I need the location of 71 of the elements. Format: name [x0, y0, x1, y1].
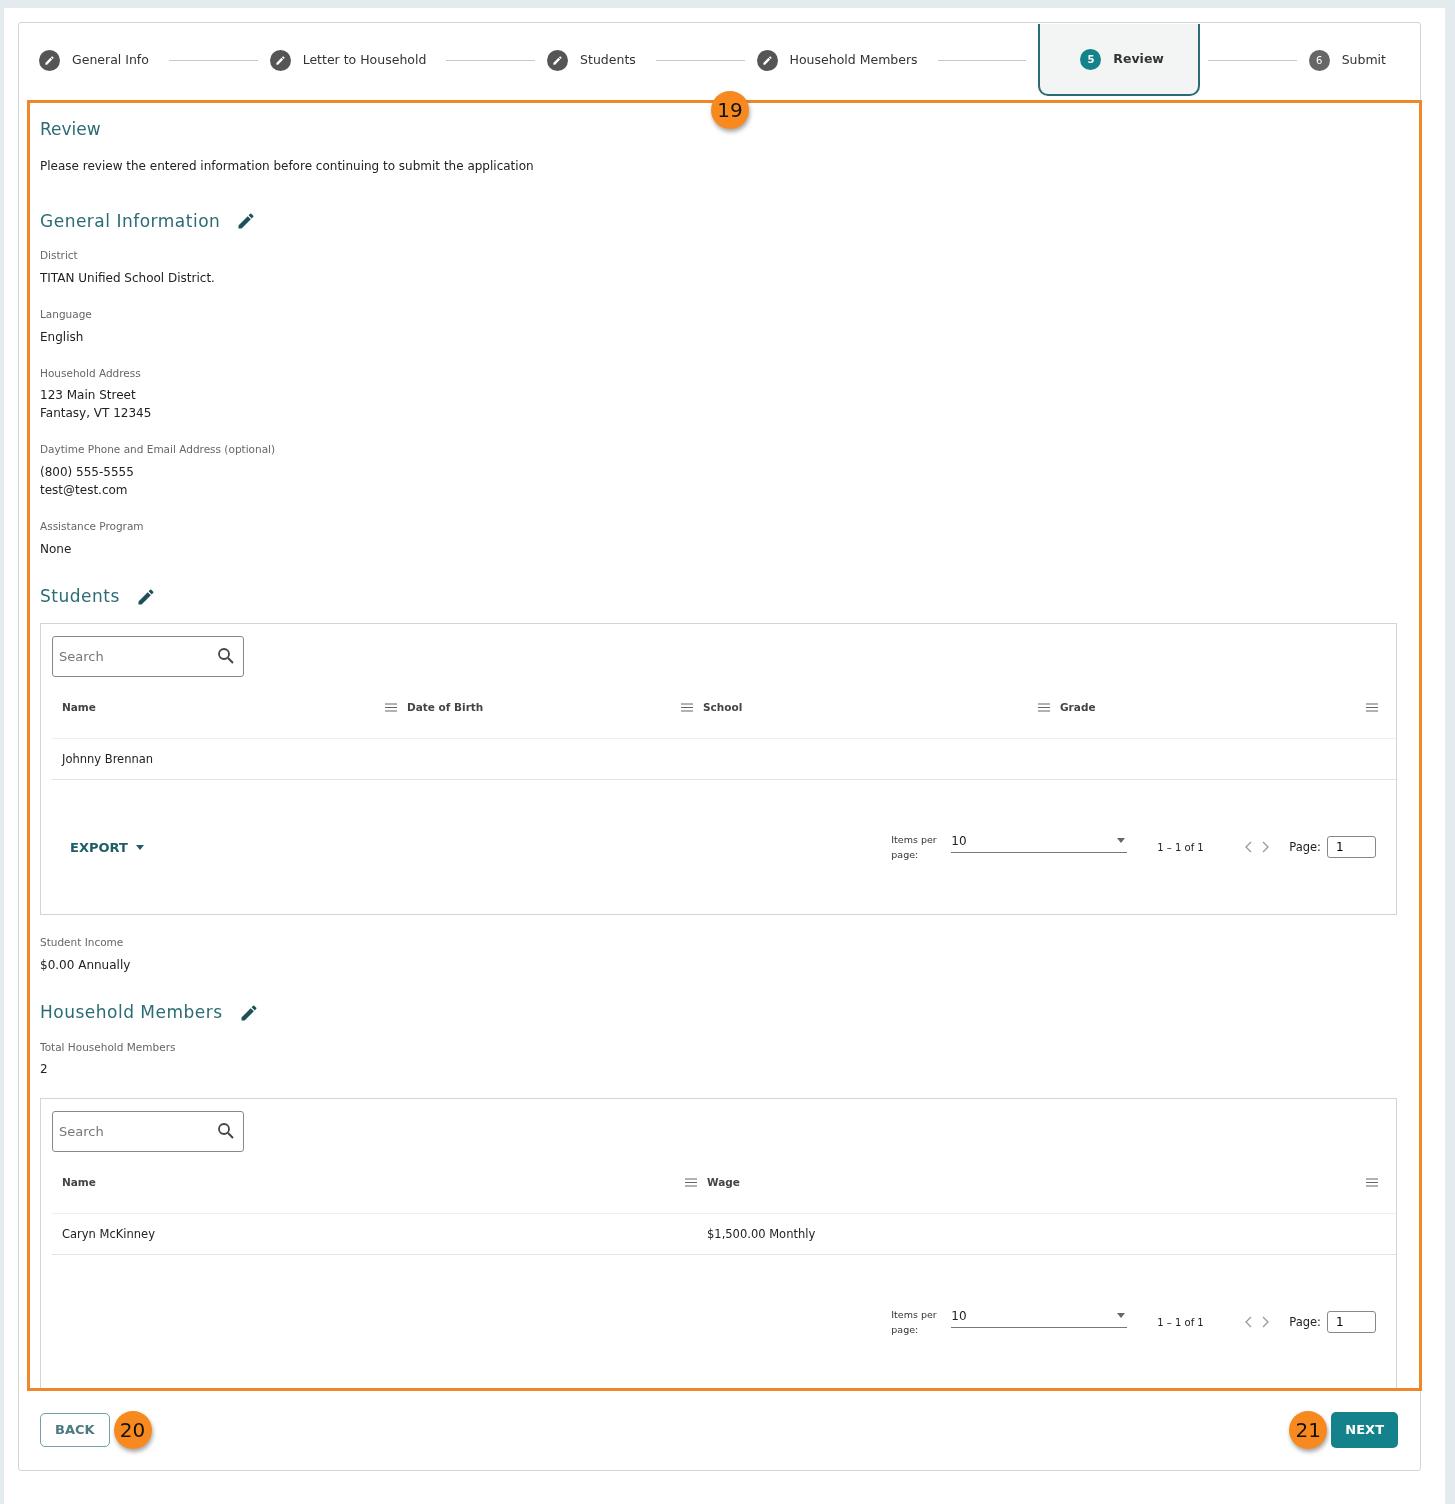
- column-menu-icon[interactable]: [685, 1178, 697, 1188]
- section-title: Students: [40, 584, 120, 608]
- step-tab[interactable]: Household Members: [756, 24, 930, 96]
- field-value: None: [40, 540, 73, 558]
- export-button[interactable]: EXPORT: [58, 837, 156, 857]
- field-value: $0.00 Annually: [40, 957, 132, 974]
- field-value: Fantasy, VT 12345: [40, 405, 153, 423]
- table-cell: $1,500.00 Monthly: [707, 1226, 816, 1241]
- field-label: Assistance Program: [40, 519, 145, 534]
- section-title: Household Members: [40, 1001, 223, 1024]
- column-header[interactable]: Name: [62, 699, 96, 716]
- step-tab[interactable]: 5 Review: [1038, 24, 1200, 96]
- back-button[interactable]: BACK: [40, 1413, 110, 1447]
- search-icon: [217, 1122, 235, 1141]
- field-label: Student Income: [40, 935, 125, 951]
- next-page-icon[interactable]: [1261, 1316, 1270, 1329]
- callout-marker: 20: [113, 1411, 152, 1449]
- step-number: 5: [1080, 48, 1102, 70]
- page-input[interactable]: 1: [1327, 836, 1376, 859]
- column-header[interactable]: School: [703, 699, 743, 716]
- page-range: 1 – 1 of 1: [1157, 1315, 1205, 1330]
- step-tab[interactable]: General Info: [39, 24, 161, 96]
- field-label: Language: [40, 306, 93, 322]
- field-label: Total Household Members: [40, 1039, 177, 1055]
- items-per-page-label: Items per page:: [891, 1308, 938, 1338]
- previous-page-icon[interactable]: [1245, 1316, 1254, 1329]
- page-input[interactable]: 1: [1327, 1311, 1376, 1334]
- caret-icon: [1117, 838, 1126, 844]
- field-value: TITAN Unified School District.: [40, 269, 216, 287]
- next-button[interactable]: NEXT: [1331, 1412, 1398, 1448]
- step-tab[interactable]: Letter to Household: [269, 24, 439, 96]
- field-value: English: [40, 328, 85, 346]
- field-label: Daytime Phone and Email Address (optional): [40, 442, 277, 458]
- column-menu-icon[interactable]: [1038, 703, 1050, 713]
- field-label: District: [40, 248, 79, 263]
- column-header[interactable]: Name: [62, 1174, 96, 1191]
- column-header[interactable]: Date of Birth: [407, 699, 484, 716]
- field-value: test@test.com: [40, 482, 129, 499]
- search-icon: [217, 647, 235, 666]
- column-menu-icon[interactable]: [385, 703, 397, 713]
- previous-page-icon[interactable]: [1245, 841, 1254, 854]
- field-value: 123 Main Street: [40, 387, 137, 405]
- field-label: Household Address: [40, 365, 142, 381]
- callout-marker: 21: [1289, 1411, 1328, 1449]
- column-menu-icon[interactable]: [1366, 703, 1378, 713]
- review-title: Review: [40, 118, 102, 141]
- column-menu-icon[interactable]: [681, 703, 693, 713]
- callout-marker: 19: [711, 91, 749, 129]
- caret-icon: [1117, 1313, 1126, 1319]
- step-tab[interactable]: Students: [547, 24, 648, 96]
- step-tab[interactable]: 6 Submit: [1308, 24, 1398, 96]
- intro-text: Please review the entered information before continuing to submit the application: [40, 157, 535, 175]
- field-value: (800) 555-5555: [40, 464, 135, 481]
- caret-icon: [135, 844, 144, 850]
- items-per-page-select[interactable]: 10: [951, 831, 1128, 853]
- page-label: Page:: [1289, 838, 1321, 856]
- search-field[interactable]: Search: [52, 636, 244, 678]
- section-title: General Information: [40, 209, 221, 233]
- table-cell: Caryn McKinney: [62, 1226, 155, 1241]
- column-header[interactable]: Wage: [707, 1174, 740, 1191]
- items-per-page-select[interactable]: 10: [951, 1306, 1128, 1328]
- page-label: Page:: [1289, 1313, 1321, 1331]
- column-header[interactable]: Grade: [1060, 699, 1096, 716]
- step-number: 6: [1308, 49, 1330, 71]
- table-cell: Johnny Brennan: [62, 751, 154, 766]
- search-field[interactable]: Search: [52, 1111, 244, 1153]
- column-menu-icon[interactable]: [1366, 1178, 1378, 1188]
- items-per-page-label: Items per page:: [891, 833, 938, 863]
- field-value: 2: [40, 1061, 49, 1079]
- page-range: 1 – 1 of 1: [1157, 840, 1205, 855]
- next-page-icon[interactable]: [1261, 841, 1270, 854]
